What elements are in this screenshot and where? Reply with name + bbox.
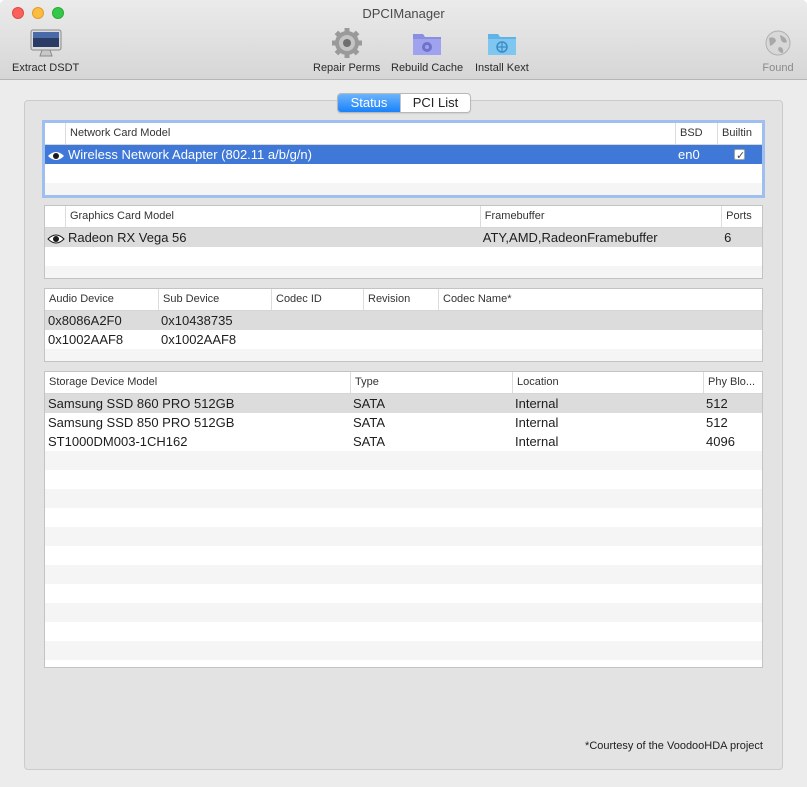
table-row [45,349,762,361]
storage-table-header: Storage Device Model Type Location Phy B… [45,372,762,394]
storage-type-header[interactable]: Type [350,372,512,393]
storage-phy-block-cell: 512 [706,415,728,430]
network-table-header: Network Card Model BSD Builtin [45,123,762,145]
table-row[interactable]: 0x8086A2F0 0x10438735 [45,311,762,330]
audio-codec-id-header[interactable]: Codec ID [271,289,363,310]
table-row [45,164,762,183]
network-model-cell: Wireless Network Adapter (802.11 a/b/g/n… [68,147,312,162]
table-row[interactable]: Samsung SSD 860 PRO 512GB SATA Internal … [45,394,762,413]
table-row [45,641,762,660]
builtin-checkbox[interactable] [734,147,745,164]
table-row[interactable]: Radeon RX Vega 56 ATY,AMD,RadeonFramebuf… [45,228,762,247]
audio-sub-device-cell: 0x10438735 [161,313,233,328]
network-table[interactable]: Network Card Model BSD Builtin Wireless … [42,120,765,198]
found-button[interactable]: Found [761,28,795,74]
tab-status[interactable]: Status [338,94,400,112]
table-row[interactable]: 0x1002AAF8 0x1002AAF8 [45,330,762,349]
storage-location-header[interactable]: Location [512,372,703,393]
table-row [45,247,762,266]
voodoohda-footnote: *Courtesy of the VoodooHDA project [585,740,763,752]
table-row [45,565,762,584]
table-row [45,622,762,641]
table-row [45,183,762,195]
table-row [45,266,762,278]
rebuild-cache-button[interactable]: Rebuild Cache [391,28,463,74]
storage-location-cell: Internal [515,434,559,449]
table-row [45,489,762,508]
audio-device-cell: 0x8086A2F0 [48,313,122,328]
install-kext-label: Install Kext [475,62,529,74]
graphics-ports-cell: 6 [724,230,732,245]
graphics-ports-header[interactable]: Ports [721,206,762,227]
graphics-icon-column [45,206,65,227]
audio-device-header[interactable]: Audio Device [45,289,158,310]
storage-model-cell: ST1000DM003-1CH162 [48,434,188,449]
install-kext-button[interactable]: Install Kext [475,28,529,74]
graphics-model-header[interactable]: Graphics Card Model [64,206,480,227]
storage-phy-block-cell: 4096 [706,434,735,449]
gear-icon [331,28,362,58]
eye-icon [45,145,65,164]
table-row[interactable]: ST1000DM003-1CH162 SATA Internal 4096 [45,432,762,451]
storage-location-cell: Internal [515,396,559,411]
extract-dsdt-button[interactable]: Extract DSDT [12,28,79,74]
storage-type-cell: SATA [353,415,386,430]
table-row [45,527,762,546]
graphics-framebuffer-cell: ATY,AMD,RadeonFramebuffer [482,230,658,245]
audio-table-header: Audio Device Sub Device Codec ID Revisio… [45,289,762,311]
network-icon-column [45,123,65,144]
network-builtin-cell [717,145,762,164]
repair-perms-label: Repair Perms [313,62,381,74]
network-model-header[interactable]: Network Card Model [65,123,675,144]
audio-device-cell: 0x1002AAF8 [48,332,124,347]
folder-gear-icon [413,34,442,55]
window-title: DPCIManager [362,6,445,21]
table-row[interactable]: Wireless Network Adapter (802.11 a/b/g/n… [45,145,762,164]
storage-model-cell: Samsung SSD 850 PRO 512GB [48,415,235,430]
table-row [45,508,762,527]
graphics-model-cell: Radeon RX Vega 56 [67,230,187,245]
audio-table[interactable]: Audio Device Sub Device Codec ID Revisio… [44,288,763,362]
table-row [45,603,762,622]
audio-sub-device-cell: 0x1002AAF8 [161,332,237,347]
globe-icon [765,30,791,56]
graphics-table-header: Graphics Card Model Framebuffer Ports [45,206,762,228]
network-bsd-cell: en0 [678,147,700,162]
table-row[interactable]: Samsung SSD 850 PRO 512GB SATA Internal … [45,413,762,432]
imac-icon [30,29,62,57]
table-row [45,451,762,470]
network-builtin-header[interactable]: Builtin [717,123,762,144]
audio-sub-device-header[interactable]: Sub Device [158,289,271,310]
eye-icon [45,228,65,247]
extract-dsdt-label: Extract DSDT [12,62,80,74]
rebuild-cache-label: Rebuild Cache [391,62,464,74]
storage-table[interactable]: Storage Device Model Type Location Phy B… [44,371,763,668]
audio-revision-header[interactable]: Revision [363,289,438,310]
storage-location-cell: Internal [515,415,559,430]
storage-phy-block-cell: 512 [706,396,728,411]
storage-type-cell: SATA [353,396,386,411]
folder-kext-icon [487,34,516,55]
repair-perms-button[interactable]: Repair Perms [313,28,380,74]
storage-type-cell: SATA [353,434,386,449]
storage-model-cell: Samsung SSD 860 PRO 512GB [48,396,235,411]
storage-model-header[interactable]: Storage Device Model [45,372,350,393]
found-label: Found [762,62,794,74]
table-row [45,584,762,603]
title-toolbar: DPCIManager Extract DSDT Repair Perms Re… [0,0,807,80]
graphics-framebuffer-header[interactable]: Framebuffer [479,206,721,227]
table-row [45,470,762,489]
audio-codec-name-header[interactable]: Codec Name* [438,289,762,310]
table-row [45,546,762,565]
network-bsd-header[interactable]: BSD [675,123,717,144]
graphics-table[interactable]: Graphics Card Model Framebuffer Ports Ra… [44,205,763,279]
tab-pci-list[interactable]: PCI List [400,94,470,112]
dpcimanager-window: DPCIManager Extract DSDT Repair Perms Re… [0,0,807,787]
view-segmented-control[interactable]: Status PCI List [337,93,471,113]
storage-phy-block-header[interactable]: Phy Blo... [703,372,762,393]
